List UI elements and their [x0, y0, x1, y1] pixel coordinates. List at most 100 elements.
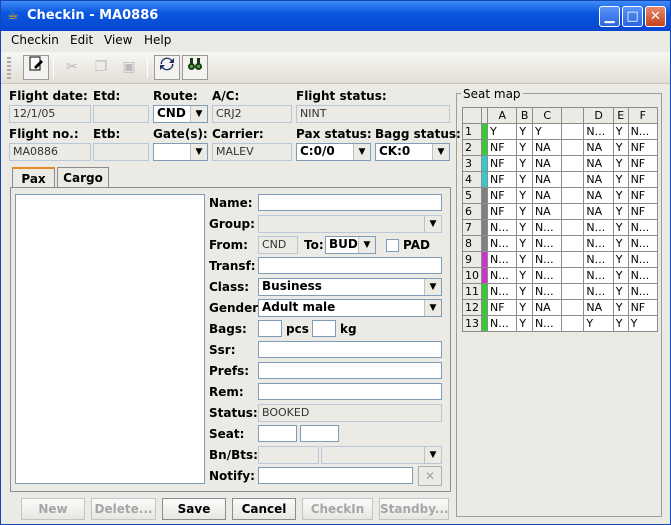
seat-cell[interactable]: Y [612, 139, 629, 156]
refresh-button[interactable] [154, 55, 180, 80]
pax-status-select[interactable]: C:0/0 ▼ [296, 143, 371, 161]
seat-cell[interactable] [561, 171, 585, 188]
seat-cell[interactable]: N... [531, 251, 563, 268]
seat-cell[interactable]: Y [516, 219, 533, 236]
seat-cell[interactable]: Y [612, 283, 629, 300]
bags-kg-input[interactable] [312, 320, 336, 337]
seat-cell[interactable]: NA [583, 171, 614, 188]
notify-input[interactable] [258, 467, 413, 484]
cut-button[interactable]: ✂ [59, 55, 85, 80]
seat-cell[interactable]: NA [583, 203, 614, 220]
seat-cell[interactable]: Y [583, 315, 614, 332]
route-select[interactable]: CND ▼ [153, 105, 208, 123]
edit-button[interactable] [23, 55, 49, 80]
seat-cell[interactable]: NA [531, 139, 563, 156]
seat-cell[interactable]: NA [583, 155, 614, 172]
new-button[interactable]: New [21, 498, 85, 520]
seat-cell[interactable]: N... [486, 251, 518, 268]
seat-cell[interactable]: N... [583, 123, 614, 140]
seat-cell[interactable]: Y [612, 267, 629, 284]
seat-cell[interactable]: Y [516, 315, 533, 332]
seat-cell[interactable]: NF [486, 171, 518, 188]
class-select[interactable]: Business ▼ [258, 278, 442, 296]
seat-row[interactable]: 6 NF Y NA NA Y NF [462, 203, 659, 220]
seat-cell[interactable]: Y [612, 299, 629, 316]
menu-checkin[interactable]: Checkin [11, 33, 59, 47]
seat-cell[interactable]: Y [627, 315, 659, 332]
group-select[interactable]: ▼ [258, 215, 442, 233]
tab-cargo[interactable]: Cargo [57, 167, 109, 188]
name-input[interactable] [258, 194, 442, 211]
seat-cell[interactable]: N... [531, 267, 563, 284]
seat-cell[interactable]: NA [583, 187, 614, 204]
tab-pax[interactable]: Pax [12, 167, 55, 188]
seat-cell[interactable]: Y [516, 155, 533, 172]
copy-button[interactable]: ❐ [88, 55, 114, 80]
bags-pcs-input[interactable] [258, 320, 282, 337]
seat-cell[interactable]: Y [516, 235, 533, 252]
seat-cell[interactable]: N... [583, 267, 614, 284]
save-button[interactable]: Save [162, 498, 226, 520]
passenger-list[interactable] [15, 194, 205, 484]
seat-cell[interactable]: Y [516, 123, 533, 140]
menu-view[interactable]: View [104, 33, 132, 47]
rem-input[interactable] [258, 383, 442, 400]
seat-cell[interactable]: Y [516, 267, 533, 284]
seat-cell[interactable]: N... [486, 283, 518, 300]
gender-select[interactable]: Adult male ▼ [258, 299, 442, 317]
seat-row[interactable]: 3 NF Y NA NA Y NF [462, 155, 659, 172]
seat-cell[interactable]: Y [486, 123, 518, 140]
seat-cell[interactable] [561, 155, 585, 172]
ssr-input[interactable] [258, 341, 442, 358]
seat-cell[interactable] [561, 299, 585, 316]
seat-cell[interactable]: Y [516, 299, 533, 316]
seat-row[interactable]: 5 NF Y NA NA Y NF [462, 187, 659, 204]
clear-notify-button[interactable]: ✕ [418, 466, 442, 486]
toolbar-grip[interactable] [7, 57, 11, 79]
to-select[interactable]: BUD ▼ [325, 236, 376, 254]
seat-cell[interactable]: NA [531, 299, 563, 316]
bnbts-select[interactable]: ▼ [321, 446, 442, 464]
pad-checkbox[interactable] [386, 239, 399, 252]
seat-cell[interactable]: N... [627, 251, 659, 268]
seat-input-2[interactable] [300, 425, 339, 442]
seat-cell[interactable]: NF [486, 203, 518, 220]
seat-cell[interactable]: Y [612, 155, 629, 172]
seat-cell[interactable]: N... [486, 219, 518, 236]
seat-cell[interactable]: NA [531, 171, 563, 188]
seat-cell[interactable]: NA [531, 155, 563, 172]
seat-cell[interactable] [561, 139, 585, 156]
close-button[interactable]: ✕ [645, 6, 666, 27]
seat-cell[interactable]: Y [516, 203, 533, 220]
seat-cell[interactable]: Y [516, 187, 533, 204]
seat-cell[interactable]: Y [516, 283, 533, 300]
seat-cell[interactable]: Y [612, 219, 629, 236]
seat-cell[interactable]: Y [516, 251, 533, 268]
seat-cell[interactable]: N... [627, 235, 659, 252]
cancel-button[interactable]: Cancel [232, 498, 296, 520]
seat-cell[interactable]: NF [627, 139, 659, 156]
seat-input-1[interactable] [258, 425, 297, 442]
seat-cell[interactable]: NF [486, 187, 518, 204]
seat-cell[interactable] [561, 267, 585, 284]
seat-cell[interactable]: N... [627, 219, 659, 236]
seat-cell[interactable]: N... [583, 251, 614, 268]
checkin-button[interactable]: CheckIn [302, 498, 373, 520]
seat-cell[interactable]: Y [612, 315, 629, 332]
maximize-button[interactable]: □ [622, 6, 643, 27]
seat-cell[interactable] [561, 219, 585, 236]
seat-cell[interactable] [561, 187, 585, 204]
seat-cell[interactable]: Y [516, 139, 533, 156]
seat-cell[interactable]: NF [486, 299, 518, 316]
seat-row[interactable]: 8 N... Y N... N... Y N... [462, 235, 659, 252]
seat-row[interactable]: 10 N... Y N... N... Y N... [462, 267, 659, 284]
seat-cell[interactable] [561, 235, 585, 252]
menu-edit[interactable]: Edit [70, 33, 93, 47]
seat-row[interactable]: 2 NF Y NA NA Y NF [462, 139, 659, 156]
seat-cell[interactable]: N... [627, 267, 659, 284]
paste-button[interactable]: ▣ [116, 55, 142, 80]
title-bar[interactable]: ☕ Checkin - MA0886 ▁ □ ✕ [1, 1, 670, 31]
seat-row[interactable]: 4 NF Y NA NA Y NF [462, 171, 659, 188]
seat-cell[interactable]: Y [516, 171, 533, 188]
seat-cell[interactable]: Y [612, 251, 629, 268]
